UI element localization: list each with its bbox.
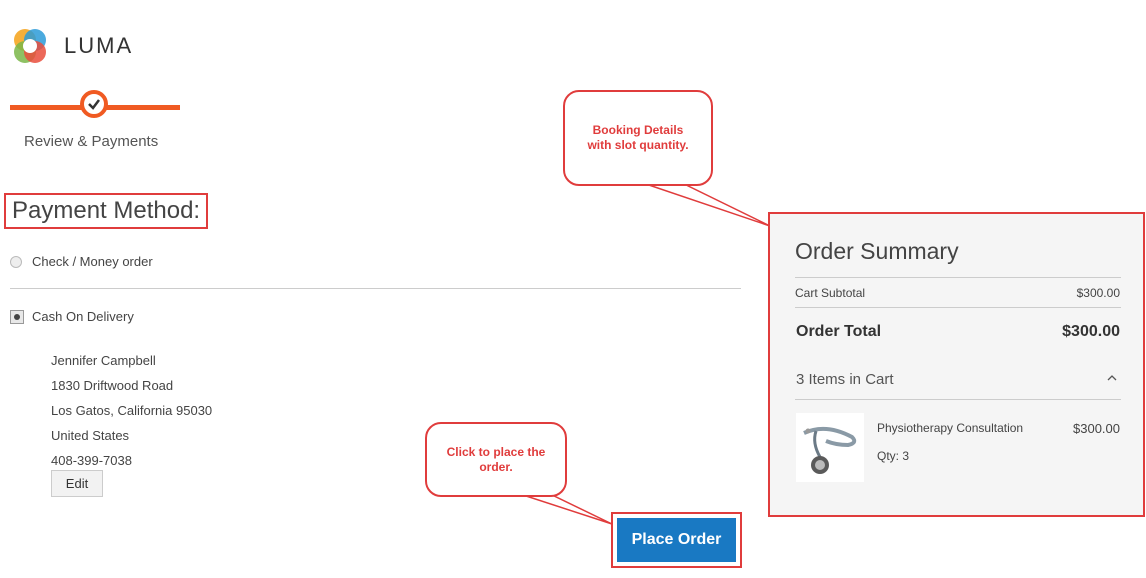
place-order-button[interactable]: Place Order xyxy=(617,518,736,562)
items-in-cart-toggle[interactable]: 3 Items in Cart xyxy=(796,371,894,388)
cart-subtotal-label: Cart Subtotal xyxy=(795,286,866,300)
divider xyxy=(795,399,1121,400)
chevron-up-icon[interactable] xyxy=(1107,371,1117,385)
product-name: Physiotherapy Consultation xyxy=(877,421,1024,435)
place-order-highlight: Place Order xyxy=(611,512,742,568)
product-qty: Qty: 3 xyxy=(877,449,910,463)
booking-details-callout: Booking Details with slot quantity. xyxy=(563,90,713,186)
product-thumbnail xyxy=(796,413,864,482)
order-summary-title: Order Summary xyxy=(795,238,959,264)
order-total-value: $300.00 xyxy=(1062,323,1120,340)
stethoscope-icon xyxy=(803,426,857,474)
place-order-callout: Click to place the order. xyxy=(425,422,567,497)
callout-line: Booking Details xyxy=(592,123,684,137)
callout-line: order. xyxy=(479,459,513,474)
cart-subtotal-value: $300.00 xyxy=(1076,286,1120,300)
product-price: $300.00 xyxy=(1073,421,1120,436)
order-total-label: Order Total xyxy=(796,323,882,340)
divider xyxy=(795,277,1121,278)
callout-line: with slot quantity. xyxy=(587,138,689,152)
divider xyxy=(795,307,1121,308)
callout-line: Click to place the xyxy=(446,444,546,459)
